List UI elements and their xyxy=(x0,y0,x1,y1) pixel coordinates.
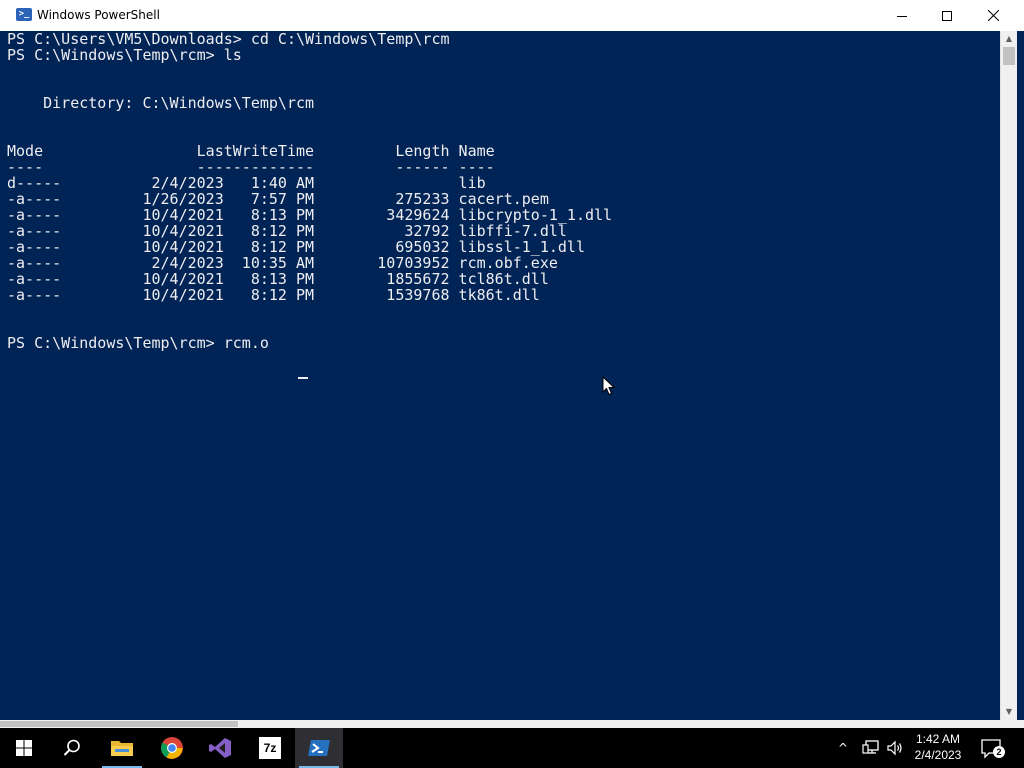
file-explorer-button[interactable] xyxy=(98,728,146,768)
console-line: PS C:\Users\VM5\Downloads> cd C:\Windows… xyxy=(7,31,450,48)
visual-studio-button[interactable] xyxy=(196,728,244,768)
clock-date: 2/4/2023 xyxy=(914,748,962,762)
close-button[interactable] xyxy=(970,0,1016,31)
clock-time: 1:42 AM xyxy=(915,732,961,746)
resize-grip[interactable] xyxy=(1000,720,1024,728)
7zip-icon: 7z xyxy=(259,737,281,759)
volume-icon[interactable] xyxy=(886,739,904,757)
notification-count-badge: 2 xyxy=(996,747,1002,757)
minimize-button[interactable] xyxy=(879,0,925,31)
console-line: -a---- 10/4/2021 8:12 PM 695032 libssl-1… xyxy=(7,238,585,256)
taskbar: 7z ^ 1:42 AM 2/4/2023 2 xyxy=(0,728,1024,768)
start-button[interactable] xyxy=(0,728,48,768)
powershell-taskbar-button[interactable] xyxy=(295,728,343,768)
clock[interactable]: 1:42 AM 2/4/2023 xyxy=(912,731,964,763)
visual-studio-icon xyxy=(209,738,231,758)
chrome-icon xyxy=(161,737,183,759)
7zip-button[interactable]: 7z xyxy=(246,728,294,768)
console-line: -a---- 2/4/2023 10:35 AM 10703952 rcm.ob… xyxy=(7,254,558,272)
console-line: -a---- 10/4/2021 8:13 PM 1855672 tcl86t.… xyxy=(7,270,549,288)
powershell-icon: >_ xyxy=(16,8,32,21)
network-icon[interactable] xyxy=(862,739,880,757)
console-line: ---- ------------- ------ ---- xyxy=(7,158,495,176)
chrome-button[interactable] xyxy=(148,728,196,768)
file-explorer-icon xyxy=(111,741,133,756)
console-line: Directory: C:\Windows\Temp\rcm xyxy=(7,94,315,112)
powershell-window: >_ Windows PowerShell PS C:\Users\VM5\Do… xyxy=(0,0,1024,728)
maximize-icon xyxy=(942,10,952,21)
maximize-button[interactable] xyxy=(924,0,970,31)
console-line: -a---- 10/4/2021 8:13 PM 3429624 libcryp… xyxy=(7,206,613,224)
console-line: -a---- 1/26/2023 7:57 PM 275233 cacert.p… xyxy=(7,190,549,208)
console-output[interactable]: PS C:\Users\VM5\Downloads> cd C:\Windows… xyxy=(0,31,1000,720)
scroll-down-arrow-icon[interactable]: ▼ xyxy=(1004,706,1014,718)
console-line: d----- 2/4/2023 1:40 AM lib xyxy=(7,174,486,192)
window-title: Windows PowerShell xyxy=(37,8,160,22)
action-center-button[interactable]: 2 xyxy=(980,738,1006,764)
console-line: Mode LastWriteTime Length Name xyxy=(7,142,495,160)
mouse-pointer-icon xyxy=(602,376,615,396)
console-line: -a---- 10/4/2021 8:12 PM 32792 libffi-7.… xyxy=(7,222,567,240)
close-icon xyxy=(987,10,999,21)
console-line: PS C:\Windows\Temp\rcm> ls xyxy=(7,46,242,64)
search-icon xyxy=(63,739,80,756)
show-hidden-icons-chevron-icon[interactable]: ^ xyxy=(838,740,848,756)
minimize-icon xyxy=(897,15,907,17)
title-bar[interactable]: >_ Windows PowerShell xyxy=(0,0,1024,31)
vertical-scrollbar[interactable]: ▲ ▼ xyxy=(1000,31,1017,720)
text-cursor xyxy=(298,377,308,379)
console-line: -a---- 10/4/2021 8:12 PM 1539768 tk86t.d… xyxy=(7,286,540,304)
search-button[interactable] xyxy=(48,728,96,768)
scroll-up-arrow-icon[interactable]: ▲ xyxy=(1004,33,1014,45)
horizontal-scroll-thumb[interactable] xyxy=(0,721,238,727)
powershell-icon xyxy=(308,740,330,756)
vertical-scroll-thumb[interactable] xyxy=(1003,47,1015,65)
horizontal-scrollbar[interactable] xyxy=(0,720,1000,728)
console-line: PS C:\Windows\Temp\rcm> rcm.o xyxy=(7,334,269,352)
start-icon xyxy=(16,740,32,756)
